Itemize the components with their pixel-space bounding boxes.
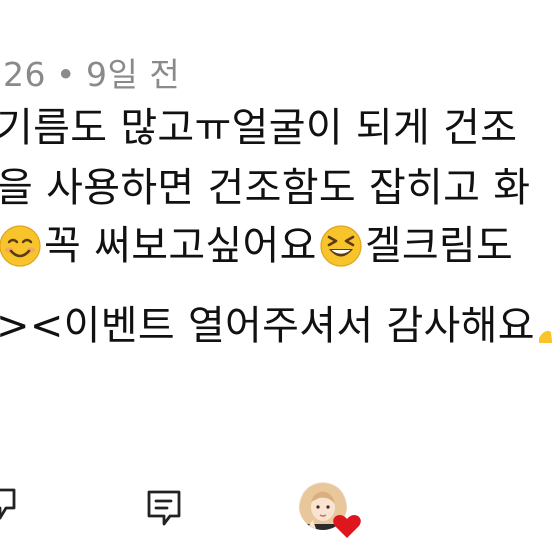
partial-emoji <box>537 313 555 343</box>
comment-line-4-text: ><이벤트 열어주셔서 감사해요 <box>0 303 535 349</box>
comment-line-3-text-a: 꼭 써보고싶어요 <box>44 223 317 269</box>
heart-icon <box>333 515 361 538</box>
comment-line-3: 꼭 써보고싶어요 겔크림도 <box>0 222 513 270</box>
meta-separator: • <box>56 55 76 94</box>
reply-icon[interactable] <box>146 488 186 528</box>
smiling-face-emoji <box>0 225 41 267</box>
comment-meta: 26 • 9일 전 <box>3 48 180 96</box>
comment-actions <box>0 480 560 540</box>
comment-line-4: ><이벤트 열어주셔서 감사해요 <box>0 302 555 350</box>
comment-line-3-text-b: 겔크림도 <box>364 223 514 269</box>
comment-line-1: 기름도 많고ㅠ얼굴이 되게 건조 <box>0 105 518 151</box>
comment-date: 26 <box>3 55 46 94</box>
comment-time: 9일 전 <box>85 55 181 94</box>
profile-avatar-button[interactable] <box>297 480 369 542</box>
comment-line-2: 을 사용하면 건조함도 잡히고 화 <box>0 165 531 211</box>
like-icon[interactable] <box>0 482 20 522</box>
grinning-squinting-face-emoji <box>320 225 362 267</box>
